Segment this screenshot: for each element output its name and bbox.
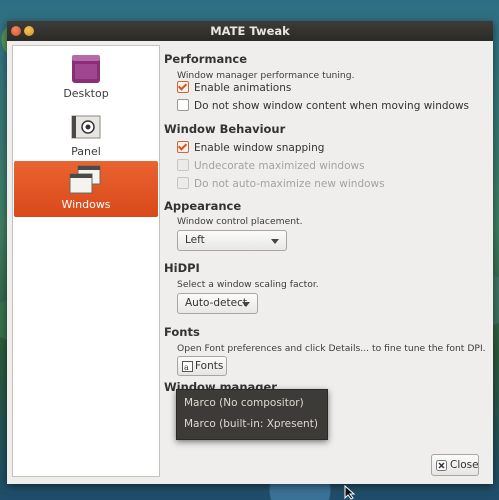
- mate-tweak-window: MATE Tweak Desktop Panel Windows Perform…: [7, 21, 493, 484]
- dropdown-value: Left: [185, 234, 205, 246]
- close-button[interactable]: Close: [431, 454, 479, 476]
- checkbox-unchecked[interactable]: [177, 99, 189, 111]
- appearance-heading: Appearance: [164, 199, 242, 213]
- enable-animations-checkbox[interactable]: Enable animations: [177, 81, 292, 96]
- hidpi-description: Select a window scaling factor.: [177, 279, 319, 290]
- panel-icon: [71, 115, 101, 139]
- window-scaling-dropdown[interactable]: Auto-detect: [177, 293, 258, 314]
- mouse-cursor-icon: [344, 485, 356, 500]
- checkbox-label: Do not auto-maximize new windows: [194, 178, 385, 190]
- performance-heading: Performance: [164, 52, 248, 66]
- no-auto-maximize-checkbox: Do not auto-maximize new windows: [177, 177, 385, 192]
- performance-description: Window manager performance tuning.: [177, 70, 355, 81]
- undecorate-maximized-checkbox: Undecorate maximized windows: [177, 159, 365, 174]
- dropdown-value: Auto-detect: [185, 297, 247, 309]
- sidebar-item-label: Windows: [61, 198, 111, 211]
- windows-icon: [69, 165, 101, 194]
- sidebar-item-label: Panel: [71, 145, 101, 158]
- button-label: Close: [450, 459, 479, 471]
- window-control-placement-dropdown[interactable]: Left: [177, 230, 287, 251]
- close-icon: [436, 460, 447, 471]
- button-label: Fonts: [195, 360, 224, 372]
- fonts-button[interactable]: a Fonts: [177, 356, 227, 376]
- sidebar-item-label: Desktop: [63, 87, 109, 100]
- sidebar-item-panel[interactable]: Panel: [13, 108, 159, 164]
- sidebar: Desktop Panel Windows: [12, 45, 160, 477]
- checkbox-checked[interactable]: [177, 141, 189, 153]
- checkbox-disabled: [177, 177, 189, 189]
- checkbox-label: Do not show window content when moving w…: [194, 100, 470, 112]
- desktop-icon: [72, 55, 100, 83]
- svg-text:a: a: [184, 363, 189, 372]
- checkbox-label: Enable window snapping: [194, 142, 325, 154]
- window-behaviour-heading: Window Behaviour: [164, 122, 286, 136]
- chevron-down-icon: [242, 302, 250, 307]
- sidebar-item-windows[interactable]: Windows: [14, 161, 158, 217]
- fonts-heading: Fonts: [164, 325, 200, 339]
- hidpi-heading: HiDPI: [164, 261, 200, 275]
- appearance-description: Window control placement.: [177, 216, 303, 227]
- menu-item-marco-no-compositor[interactable]: Marco (No compositor): [184, 397, 304, 409]
- font-icon: a: [182, 361, 193, 372]
- enable-snapping-checkbox[interactable]: Enable window snapping: [177, 141, 325, 156]
- window-manager-popup-menu: Marco (No compositor) Marco (built-in: X…: [176, 389, 328, 440]
- titlebar[interactable]: MATE Tweak: [7, 21, 493, 41]
- checkbox-label: Enable animations: [194, 82, 292, 94]
- no-window-content-checkbox[interactable]: Do not show window content when moving w…: [177, 99, 470, 114]
- fonts-description: Open Font preferences and click Details.…: [177, 343, 486, 354]
- menu-item-marco-xpresent[interactable]: Marco (built-in: Xpresent): [184, 418, 318, 430]
- checkbox-checked[interactable]: [177, 81, 189, 93]
- checkbox-label: Undecorate maximized windows: [194, 160, 365, 172]
- window-title: MATE Tweak: [210, 24, 290, 38]
- sidebar-item-desktop[interactable]: Desktop: [13, 50, 159, 106]
- checkbox-disabled: [177, 159, 189, 171]
- chevron-down-icon: [271, 239, 279, 244]
